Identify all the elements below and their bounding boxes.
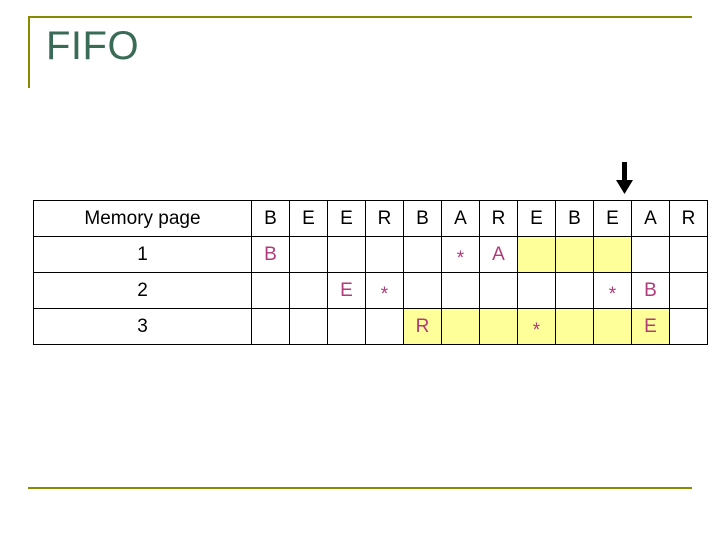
page-letter: A bbox=[492, 243, 505, 265]
frame-cell bbox=[555, 272, 594, 309]
frame-cell bbox=[327, 308, 366, 345]
top-divider bbox=[28, 16, 692, 18]
frame-cell bbox=[631, 236, 670, 273]
frame-cell bbox=[403, 272, 442, 309]
down-arrow-icon bbox=[616, 162, 633, 194]
frame-cell bbox=[289, 236, 328, 273]
frame-cell bbox=[669, 272, 708, 309]
page-letter: R bbox=[415, 315, 430, 337]
page-letter: B bbox=[264, 243, 277, 265]
frame-cell bbox=[593, 236, 632, 273]
frame-cell bbox=[517, 236, 556, 273]
frame-cell bbox=[403, 236, 442, 273]
reference-string-cell: E bbox=[289, 200, 328, 237]
page-letter: B bbox=[644, 279, 657, 301]
reference-string-cell: B bbox=[555, 200, 594, 237]
frame-cell bbox=[289, 272, 328, 309]
frame-cell bbox=[327, 236, 366, 273]
page-title: FIFO bbox=[46, 24, 140, 68]
reference-string-cell: R bbox=[669, 200, 708, 237]
left-divider bbox=[28, 16, 30, 88]
frame-cell bbox=[365, 236, 404, 273]
reference-string-cell: B bbox=[403, 200, 442, 237]
reference-string-cell: A bbox=[441, 200, 480, 237]
frame-cell: * bbox=[441, 236, 480, 273]
frame-cell bbox=[365, 308, 404, 345]
fifo-table-container: Memory page B E E R B A R E B E A R 1 B * A 2 E * * B 3 R * E bbox=[33, 200, 708, 345]
frame-cell bbox=[555, 236, 594, 273]
fault-marker: * bbox=[608, 283, 617, 305]
frame-cell: B bbox=[631, 272, 670, 309]
fault-marker: * bbox=[456, 247, 465, 269]
table-header-row: Memory page B E E R B A R E B E A R bbox=[33, 200, 708, 237]
fifo-table: Memory page B E E R B A R E B E A R 1 B * A 2 E * * B 3 R * E bbox=[33, 200, 708, 345]
frame-cell bbox=[251, 308, 290, 345]
frame-cell: * bbox=[593, 272, 632, 309]
table-row: 3 R * E bbox=[33, 308, 708, 345]
frame-cell: * bbox=[365, 272, 404, 309]
frame-cell: B bbox=[251, 236, 290, 273]
reference-string-cell: E bbox=[593, 200, 632, 237]
frame-cell bbox=[289, 308, 328, 345]
table-row: 2 E * * B bbox=[33, 272, 708, 309]
page-letter: E bbox=[644, 315, 657, 337]
table-row: 1 B * A bbox=[33, 236, 708, 273]
frame-cell bbox=[441, 308, 480, 345]
fault-marker: * bbox=[532, 319, 541, 341]
memory-page-label: Memory page bbox=[33, 200, 252, 237]
frame-cell bbox=[479, 272, 518, 309]
frame-cell: * bbox=[517, 308, 556, 345]
frame-cell bbox=[479, 308, 518, 345]
reference-string-cell: E bbox=[327, 200, 366, 237]
frame-cell bbox=[251, 272, 290, 309]
frame-cell: A bbox=[479, 236, 518, 273]
reference-string-cell: R bbox=[479, 200, 518, 237]
frame-cell bbox=[669, 308, 708, 345]
reference-string-cell: A bbox=[631, 200, 670, 237]
frame-number-label: 1 bbox=[33, 236, 252, 273]
frame-cell bbox=[517, 272, 556, 309]
bottom-divider bbox=[28, 487, 692, 489]
frame-cell bbox=[441, 272, 480, 309]
frame-cell bbox=[555, 308, 594, 345]
frame-cell bbox=[593, 308, 632, 345]
frame-cell bbox=[669, 236, 708, 273]
frame-number-label: 3 bbox=[33, 308, 252, 345]
reference-string-cell: B bbox=[251, 200, 290, 237]
reference-string-cell: E bbox=[517, 200, 556, 237]
frame-cell: R bbox=[403, 308, 442, 345]
fault-marker: * bbox=[380, 283, 389, 305]
frame-number-label: 2 bbox=[33, 272, 252, 309]
reference-string-cell: R bbox=[365, 200, 404, 237]
frame-cell: E bbox=[631, 308, 670, 345]
page-letter: E bbox=[340, 279, 353, 301]
frame-cell: E bbox=[327, 272, 366, 309]
